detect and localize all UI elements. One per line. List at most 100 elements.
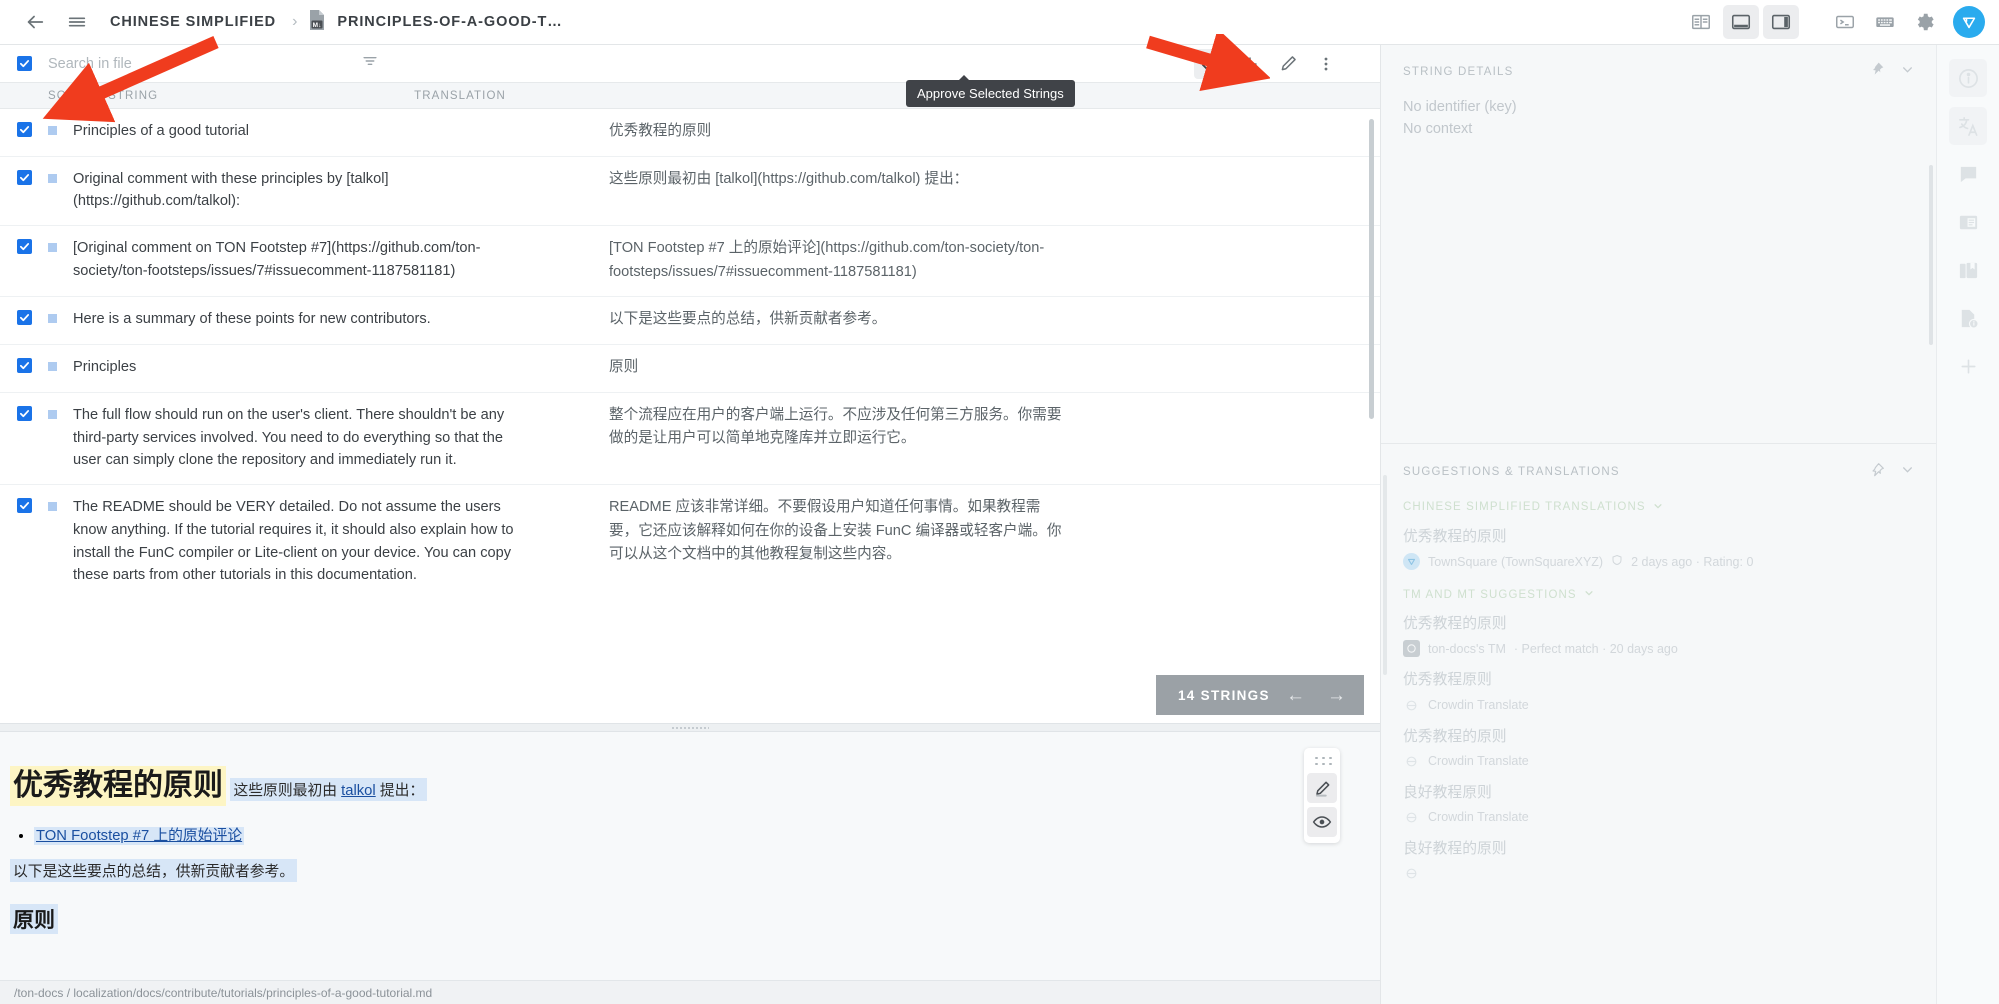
translate-icon[interactable]: [1949, 107, 1987, 145]
preview-subheading: 原则: [10, 903, 58, 934]
comments-icon[interactable]: [1949, 155, 1987, 193]
suggestion-item[interactable]: 良好教程原则 Crowdin Translate: [1381, 770, 1936, 826]
suggestions-scrollbar[interactable]: [1383, 475, 1387, 675]
filter-icon[interactable]: [360, 51, 380, 76]
suggestion-meta-row: TownSquare (TownSquareXYZ) 2 days ago · R…: [1403, 553, 1914, 571]
right-panel-scrollbar[interactable]: [1929, 165, 1933, 345]
row-checkbox[interactable]: [16, 169, 32, 185]
string-status-dot: [48, 314, 57, 324]
select-all-checkbox[interactable]: [16, 56, 32, 71]
mt-icon: [1403, 697, 1420, 714]
file-info-icon[interactable]: [1949, 299, 1987, 337]
row-source-text: Principles: [73, 359, 137, 376]
back-arrow-icon[interactable]: [14, 1, 56, 43]
suggestion-meta-row: Crowdin Translate: [1403, 753, 1914, 770]
suggestion-item[interactable]: 优秀教程原则 Crowdin Translate: [1381, 657, 1936, 713]
row-checkbox[interactable]: [16, 358, 32, 374]
chevron-down-icon[interactable]: [1901, 463, 1914, 481]
row-checkbox-wrap: [0, 168, 48, 185]
chevron-down-icon[interactable]: [1584, 588, 1594, 601]
breadcrumb: CHINESE SIMPLIFIED › M↓ PRINCIPLES-OF-A-…: [0, 1, 563, 43]
table-row[interactable]: Principles 原则: [0, 345, 1380, 393]
terminal-icon[interactable]: [1827, 5, 1863, 39]
search-input[interactable]: [48, 55, 248, 72]
suggestion-text: 优秀教程的原则: [1403, 728, 1507, 745]
table-row[interactable]: Original comment with these principles b…: [0, 157, 1380, 227]
suggestion-item[interactable]: 优秀教程的原则 Crowdin Translate: [1381, 714, 1936, 770]
more-options-button[interactable]: [1308, 49, 1344, 79]
row-checkbox[interactable]: [16, 239, 32, 255]
next-page-button[interactable]: →: [1327, 686, 1346, 705]
string-details-title: STRING DETAILS: [1403, 65, 1514, 78]
no-identifier-label: No identifier (key): [1403, 99, 1517, 115]
string-actions-toolbar: [1194, 48, 1380, 79]
suggestion-item[interactable]: 良好教程的原则: [1381, 826, 1936, 882]
top-bottom-view-icon[interactable]: [1723, 5, 1759, 39]
no-context-label: No context: [1403, 121, 1473, 138]
hamburger-menu-icon[interactable]: [56, 1, 98, 43]
approve-selected-strings-button[interactable]: [1194, 48, 1230, 79]
approve-tooltip: Approve Selected Strings: [906, 75, 1075, 107]
suggestion-text: 优秀教程的原则: [1403, 528, 1507, 545]
preview-inline-link[interactable]: talkol: [341, 783, 376, 799]
breadcrumb-file-label: PRINCIPLES-OF-A-GOOD-T…: [337, 14, 563, 30]
table-row[interactable]: Here is a summary of these points for ne…: [0, 297, 1380, 346]
glossary-panel-icon[interactable]: [1949, 203, 1987, 241]
settings-gear-icon[interactable]: [1907, 5, 1943, 39]
user-avatar[interactable]: [1953, 6, 1985, 38]
add-string-button[interactable]: [1232, 49, 1268, 79]
suggestion-item[interactable]: 优秀教程的原则 TownSquare (TownSquareXYZ) 2 days …: [1381, 514, 1936, 571]
keyboard-shortcuts-icon[interactable]: [1867, 5, 1903, 39]
select-all-checkbox-wrap: [0, 56, 48, 71]
row-checkbox[interactable]: [16, 310, 32, 326]
mt-icon: [1403, 753, 1420, 770]
preview-list-link[interactable]: TON Footstep #7 上的原始评论: [34, 826, 245, 845]
preview-paragraph-suffix: 提出：: [375, 783, 425, 799]
suggestion-author: ton-docs's TM: [1428, 641, 1506, 656]
crowdin-editor-window: CHINESE SIMPLIFIED › M↓ PRINCIPLES-OF-A-…: [0, 0, 1999, 1004]
row-checkbox[interactable]: [16, 122, 32, 137]
preview-eye-button[interactable]: [1307, 807, 1337, 837]
suggestion-group-header[interactable]: CHINESE SIMPLIFIED TRANSLATIONS: [1381, 483, 1936, 514]
file-preview-pane: 优秀教程的原则 这些原则最初由 talkol 提出： TON Footstep …: [0, 732, 1380, 1004]
string-status-dot: [48, 362, 57, 372]
suggestion-item[interactable]: 优秀教程的原则 ton-docs's TM · Perfect match · 20…: [1381, 601, 1936, 658]
info-icon[interactable]: [1949, 59, 1987, 97]
suggestion-meta-row: Crowdin Translate: [1403, 809, 1914, 826]
string-status-dot: [48, 502, 57, 512]
chevron-down-icon[interactable]: [1653, 501, 1663, 514]
preview-edit-button[interactable]: [1307, 773, 1337, 803]
search-toolbar: [0, 45, 1380, 82]
row-translation-text: README 应该非常详细。不要假设用户知道任何事情。如果教程需要，它还应该解释…: [609, 499, 1062, 563]
table-row[interactable]: [Original comment on TON Footstep #7](ht…: [0, 226, 1380, 298]
table-row[interactable]: The full flow should run on the user's c…: [0, 393, 1380, 486]
breadcrumb-file[interactable]: M↓ PRINCIPLES-OF-A-GOOD-T…: [301, 9, 562, 36]
row-checkbox[interactable]: [16, 498, 32, 514]
breadcrumb-language[interactable]: CHINESE SIMPLIFIED: [98, 14, 288, 30]
term-book-icon[interactable]: [1949, 251, 1987, 289]
add-panel-icon[interactable]: [1949, 347, 1987, 385]
table-row[interactable]: The README should be VERY detailed. Do n…: [0, 485, 1380, 579]
split-panel-view-icon[interactable]: [1763, 5, 1799, 39]
drag-handle-icon[interactable]: [1311, 753, 1333, 769]
row-checkbox[interactable]: [16, 405, 32, 421]
string-list-scrollbar[interactable]: [1369, 119, 1374, 419]
row-translation-text: 这些原则最初由 [talkol](https://github.com/talk…: [609, 170, 969, 187]
chevron-down-icon[interactable]: [1901, 63, 1914, 81]
panel-resize-handle[interactable]: [0, 723, 1380, 732]
suggestion-meta-row: [1403, 865, 1914, 882]
pin-off-icon[interactable]: [1869, 462, 1885, 483]
prev-page-button[interactable]: ←: [1286, 686, 1305, 705]
breadcrumb-separator: ›: [292, 13, 298, 30]
pin-icon[interactable]: [1869, 61, 1885, 82]
row-translation-text: 整个流程应在用户的客户端上运行。不应涉及任何第三方服务。你需要做的是让用户可以简…: [609, 406, 1062, 447]
resize-grip-icon: [671, 725, 709, 730]
string-list[interactable]: Principles of a good tutorial 优秀教程的原则 Orig…: [0, 109, 1380, 579]
pagination-pill: 14 STRINGS ← →: [1156, 675, 1364, 715]
side-by-side-view-icon[interactable]: [1683, 5, 1719, 39]
suggestion-group-header[interactable]: TM AND MT SUGGESTIONS: [1381, 570, 1936, 601]
preview-heading: 优秀教程的原则: [10, 766, 226, 806]
table-row[interactable]: Principles of a good tutorial 优秀教程的原则: [0, 109, 1380, 157]
edit-strings-button[interactable]: [1270, 49, 1306, 79]
mt-icon: [1403, 809, 1420, 826]
